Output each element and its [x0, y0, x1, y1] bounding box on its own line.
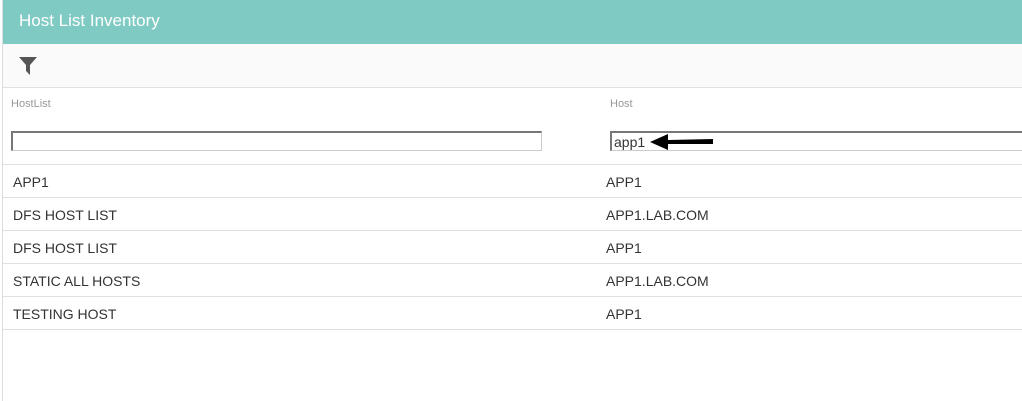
cell-host: APP1	[606, 240, 642, 256]
cell-host: APP1	[606, 174, 642, 190]
filter-icon[interactable]	[19, 57, 37, 75]
column-header-host: Host	[610, 98, 633, 110]
hostlist-filter-input[interactable]	[11, 131, 542, 151]
table-row[interactable]: TESTING HOST APP1	[3, 297, 1022, 330]
table-row[interactable]: DFS HOST LIST APP1.LAB.COM	[3, 198, 1022, 231]
cell-host: APP1.LAB.COM	[606, 207, 709, 223]
column-header-row: HostList Host	[3, 88, 1022, 165]
cell-hostlist: DFS HOST LIST	[13, 207, 117, 223]
table-row[interactable]: APP1 APP1	[3, 165, 1022, 198]
cell-hostlist: APP1	[13, 174, 49, 190]
cell-hostlist: STATIC ALL HOSTS	[13, 273, 141, 289]
column-header-hostlist: HostList	[11, 98, 51, 110]
cell-host: APP1	[606, 306, 642, 322]
cell-hostlist: DFS HOST LIST	[13, 240, 117, 256]
results-table: APP1 APP1 DFS HOST LIST APP1.LAB.COM DFS HOS…	[3, 165, 1022, 330]
cell-hostlist: TESTING HOST	[13, 306, 117, 322]
toolbar	[3, 44, 1022, 88]
table-row[interactable]: STATIC ALL HOSTS APP1.LAB.COM	[3, 264, 1022, 297]
cell-host: APP1.LAB.COM	[606, 273, 709, 289]
arrow-annotation-icon	[650, 134, 713, 150]
table-row[interactable]: DFS HOST LIST APP1	[3, 231, 1022, 264]
page-title: Host List Inventory	[3, 0, 1022, 44]
host-list-panel: Host List Inventory HostList Host APP1 AP…	[2, 0, 1022, 401]
